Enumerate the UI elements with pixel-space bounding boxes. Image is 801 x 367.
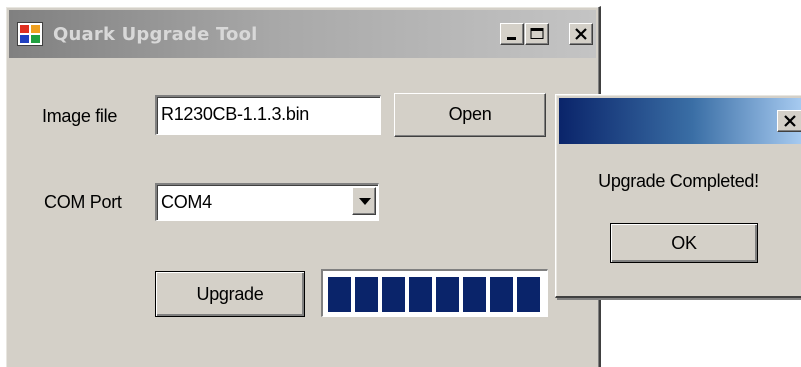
chevron-down-icon [359,198,371,205]
image-file-label: Image file [42,106,118,126]
progress-block [517,277,540,312]
dialog-close-button[interactable] [777,110,801,132]
dialog-title-bar[interactable] [559,98,801,144]
upgrade-progress-bar [321,269,548,317]
window-title: Quark Upgrade Tool [53,24,258,45]
com-port-label: COM Port [44,192,122,212]
progress-block [490,277,513,312]
com-port-value: COM4 [161,192,212,212]
com-port-select[interactable]: COM4 [155,183,379,221]
open-button[interactable]: Open [394,93,546,137]
ok-button[interactable]: OK [610,223,758,263]
progress-block [328,277,351,312]
main-window: Quark Upgrade Tool Image file R1230CB-1.… [5,6,601,367]
maximize-icon [530,28,544,39]
progress-block [409,277,432,312]
close-icon [784,115,796,127]
progress-block [355,277,378,312]
com-port-dropdown-button[interactable] [352,187,376,215]
progress-fill [328,277,543,312]
app-window-icon[interactable] [17,22,43,46]
upgrade-complete-dialog: Upgrade Completed! OK [555,94,801,298]
upgrade-button[interactable]: Upgrade [155,271,305,317]
dialog-message: Upgrade Completed! [598,171,759,191]
title-bar[interactable]: Quark Upgrade Tool [9,10,596,58]
minimize-button[interactable] [500,23,524,45]
maximize-button[interactable] [525,23,549,45]
minimize-icon [507,37,516,40]
progress-block [436,277,459,312]
close-button[interactable] [569,23,593,45]
close-icon [575,28,587,40]
image-file-input[interactable]: R1230CB-1.1.3.bin [155,95,381,135]
progress-block [463,277,486,312]
progress-block [382,277,405,312]
